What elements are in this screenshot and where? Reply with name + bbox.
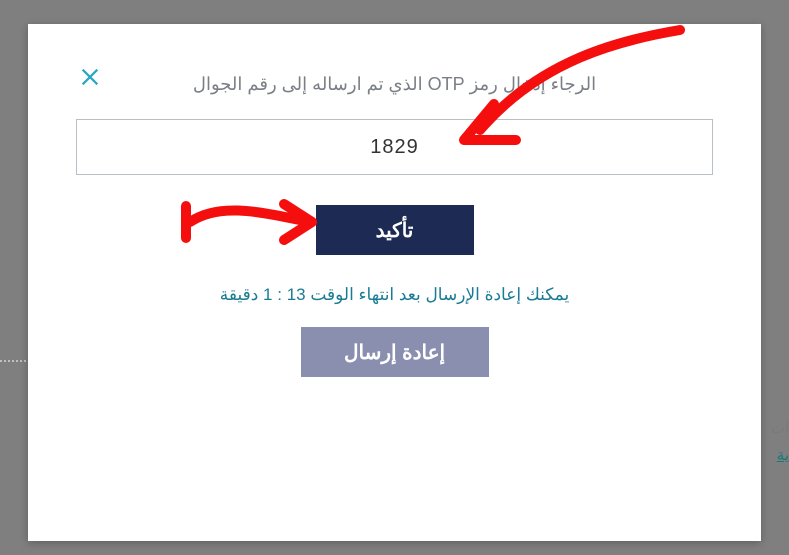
background-text-fragment: ات: [763, 419, 789, 437]
otp-modal: الرجاء إدخال رمز OTP الذي تم ارساله إلى …: [28, 24, 761, 541]
otp-input[interactable]: [76, 119, 713, 175]
close-icon: [79, 66, 101, 91]
background-divider: [0, 360, 26, 362]
resend-countdown-text: يمكنك إعادة الإرسال بعد انتهاء الوقت 13 …: [220, 285, 569, 305]
background-link-fragment: ية: [763, 446, 789, 464]
otp-prompt-text: الرجاء إدخال رمز OTP الذي تم ارساله إلى …: [193, 74, 596, 95]
confirm-button[interactable]: تأكيد: [316, 205, 474, 255]
modal-content: الرجاء إدخال رمز OTP الذي تم ارساله إلى …: [76, 74, 713, 377]
close-button[interactable]: [76, 64, 104, 92]
resend-button[interactable]: إعادة إرسال: [301, 327, 489, 377]
